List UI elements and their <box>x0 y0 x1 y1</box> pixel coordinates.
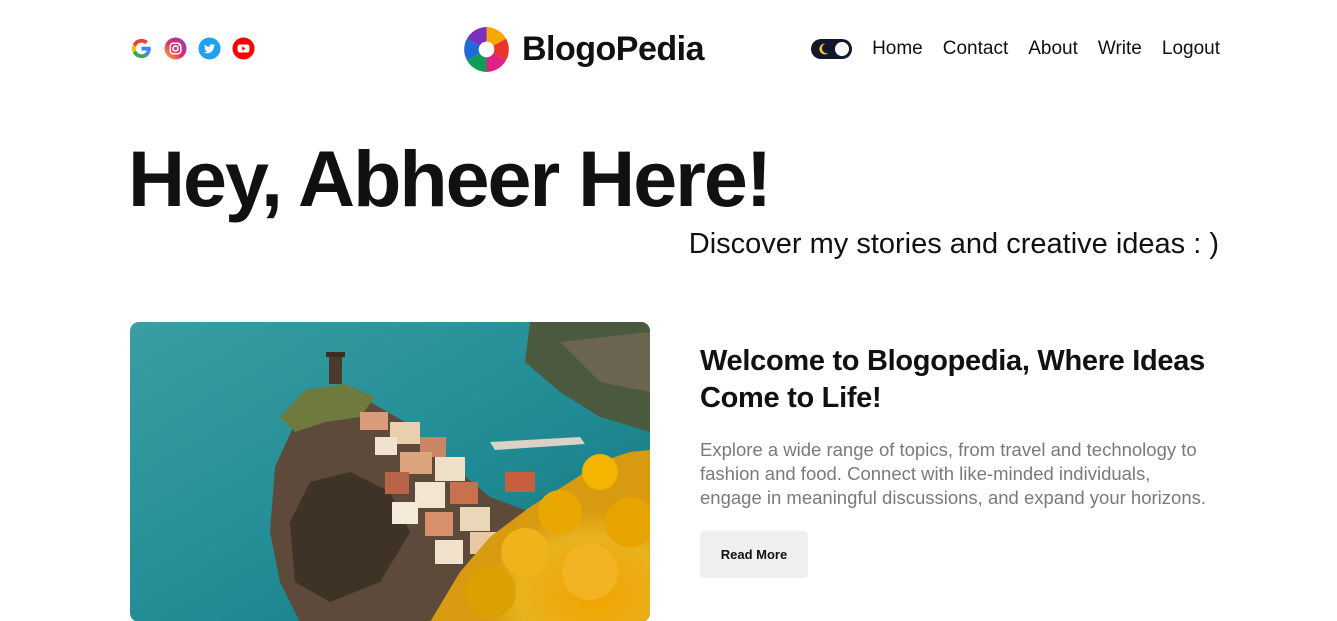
main-nav: Home Contact About Write Logout <box>811 37 1220 61</box>
social-links <box>130 37 255 60</box>
logo-text: BlogoPedia <box>522 29 705 68</box>
hero-title: Hey, Abheer Here! <box>128 134 772 223</box>
post-title[interactable]: Welcome to Blogopedia, Where Ideas Come … <box>700 343 1220 417</box>
youtube-icon[interactable] <box>232 37 255 60</box>
read-more-button[interactable]: Read More <box>700 531 808 578</box>
moon-icon <box>816 42 830 56</box>
hero-subtitle: Discover my stories and creative ideas :… <box>688 228 1219 260</box>
toggle-knob <box>835 42 850 56</box>
twitter-icon[interactable] <box>198 37 221 60</box>
featured-post: Welcome to Blogopedia, Where Ideas Come … <box>700 343 1220 578</box>
google-icon[interactable] <box>130 37 153 60</box>
theme-toggle[interactable] <box>811 39 853 59</box>
site-logo[interactable]: BlogoPedia <box>463 24 705 74</box>
nav-write[interactable]: Write <box>1098 37 1142 61</box>
nav-logout[interactable]: Logout <box>1162 37 1220 61</box>
featured-post-image[interactable] <box>130 322 650 621</box>
logo-pinwheel-icon <box>463 26 510 73</box>
nav-about[interactable]: About <box>1028 37 1078 61</box>
site-header: BlogoPedia Home Contact About Write Logo… <box>130 24 1220 74</box>
instagram-icon[interactable] <box>164 37 187 60</box>
post-excerpt: Explore a wide range of topics, from tra… <box>700 439 1206 508</box>
nav-contact[interactable]: Contact <box>943 37 1008 61</box>
nav-home[interactable]: Home <box>872 37 923 61</box>
page: BlogoPedia Home Contact About Write Logo… <box>0 0 1337 621</box>
